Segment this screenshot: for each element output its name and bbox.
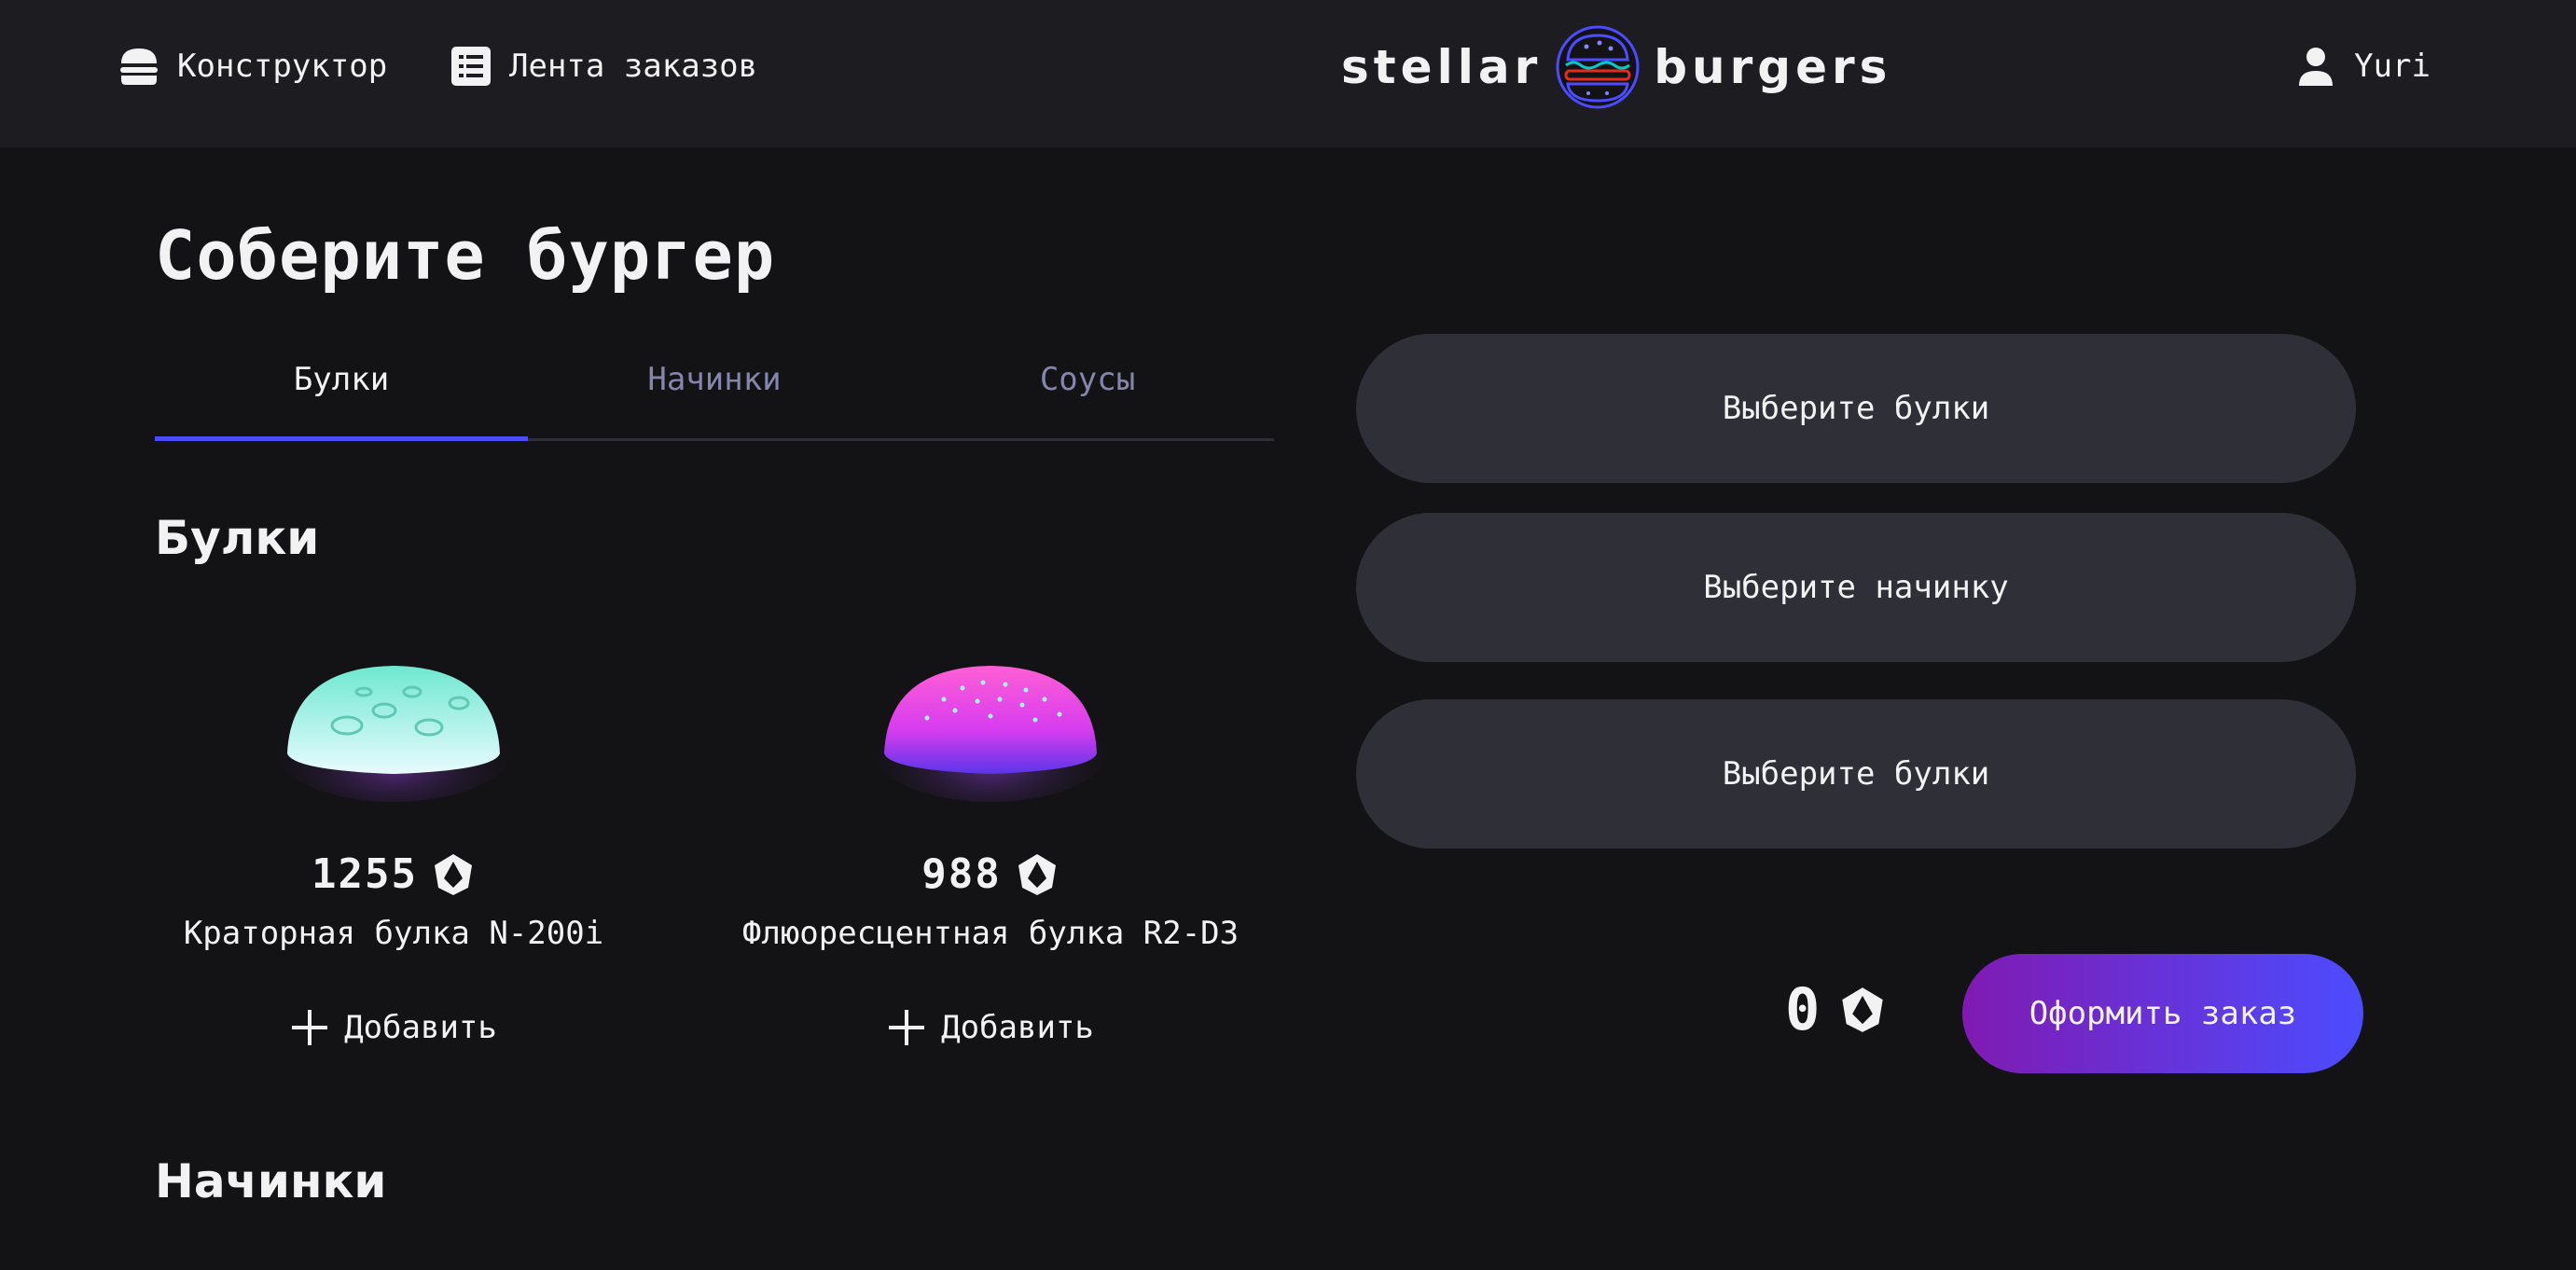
product-name: Краторная булка N-200i (183, 915, 604, 952)
logo-text-left: stellar (1341, 40, 1543, 94)
add-button[interactable]: Добавить (132, 1008, 655, 1047)
tab-sauces[interactable]: Соусы (901, 341, 1274, 438)
add-button-label: Добавить (344, 1009, 497, 1046)
currency-icon (434, 853, 472, 895)
ingredient-tabs: Булки Начинки Соусы (155, 341, 1274, 441)
list-icon (451, 47, 491, 86)
nav-constructor-label: Конструктор (177, 48, 388, 85)
order-total-value: 0 (1785, 975, 1821, 1043)
nav-feed[interactable]: Лента заказов (450, 0, 757, 132)
place-order-button[interactable]: Оформить заказ (1962, 954, 2363, 1073)
section-title-fillings: Начинки (155, 1154, 387, 1208)
plus-icon (292, 1010, 328, 1045)
ingredient-card[interactable]: 988 Флюоресцентная булка R2-D3 Добавить (729, 643, 1252, 1047)
ingredient-card[interactable]: 1255 Краторная булка N-200i Добавить (132, 643, 655, 1047)
logo-text-right: burgers (1654, 40, 1892, 94)
tab-fillings[interactable]: Начинки (528, 341, 901, 438)
burger-icon (120, 48, 158, 85)
plus-icon (889, 1010, 925, 1045)
page-title: Соберите бургер (155, 216, 776, 295)
nav-feed-label: Лента заказов (509, 48, 758, 85)
currency-icon (1018, 853, 1056, 895)
constructor-slot-filling[interactable]: Выберите начинку (1356, 513, 2356, 662)
currency-icon (1842, 987, 1883, 1032)
constructor-slot-top-bun[interactable]: Выберите булки (1356, 334, 2356, 483)
product-name: Флюоресцентная булка R2-D3 (741, 915, 1240, 952)
constructor-slot-bottom-bun[interactable]: Выберите булки (1356, 699, 2356, 849)
nav-profile[interactable]: Yuri (2294, 0, 2431, 132)
order-total: 0 (1785, 975, 1887, 1043)
nav-profile-label: Yuri (2354, 48, 2431, 85)
burger-logo-icon (1556, 25, 1640, 109)
nav-constructor[interactable]: Конструктор (118, 0, 387, 132)
price-value: 1255 (312, 850, 418, 898)
price: 1255 (132, 850, 655, 898)
user-icon (2299, 48, 2334, 86)
logo[interactable]: stellar burgers (1341, 24, 1891, 110)
add-button[interactable]: Добавить (729, 1008, 1252, 1047)
price: 988 (729, 850, 1252, 898)
price-value: 988 (921, 850, 1002, 898)
bun-fluorescent-icon (869, 643, 1112, 802)
tab-buns[interactable]: Булки (155, 341, 528, 441)
app-header: Конструктор Лента заказов stellar burger… (0, 0, 2576, 147)
add-button-label: Добавить (941, 1009, 1094, 1046)
section-title-buns: Булки (155, 511, 320, 565)
bun-crater-icon (272, 643, 515, 802)
